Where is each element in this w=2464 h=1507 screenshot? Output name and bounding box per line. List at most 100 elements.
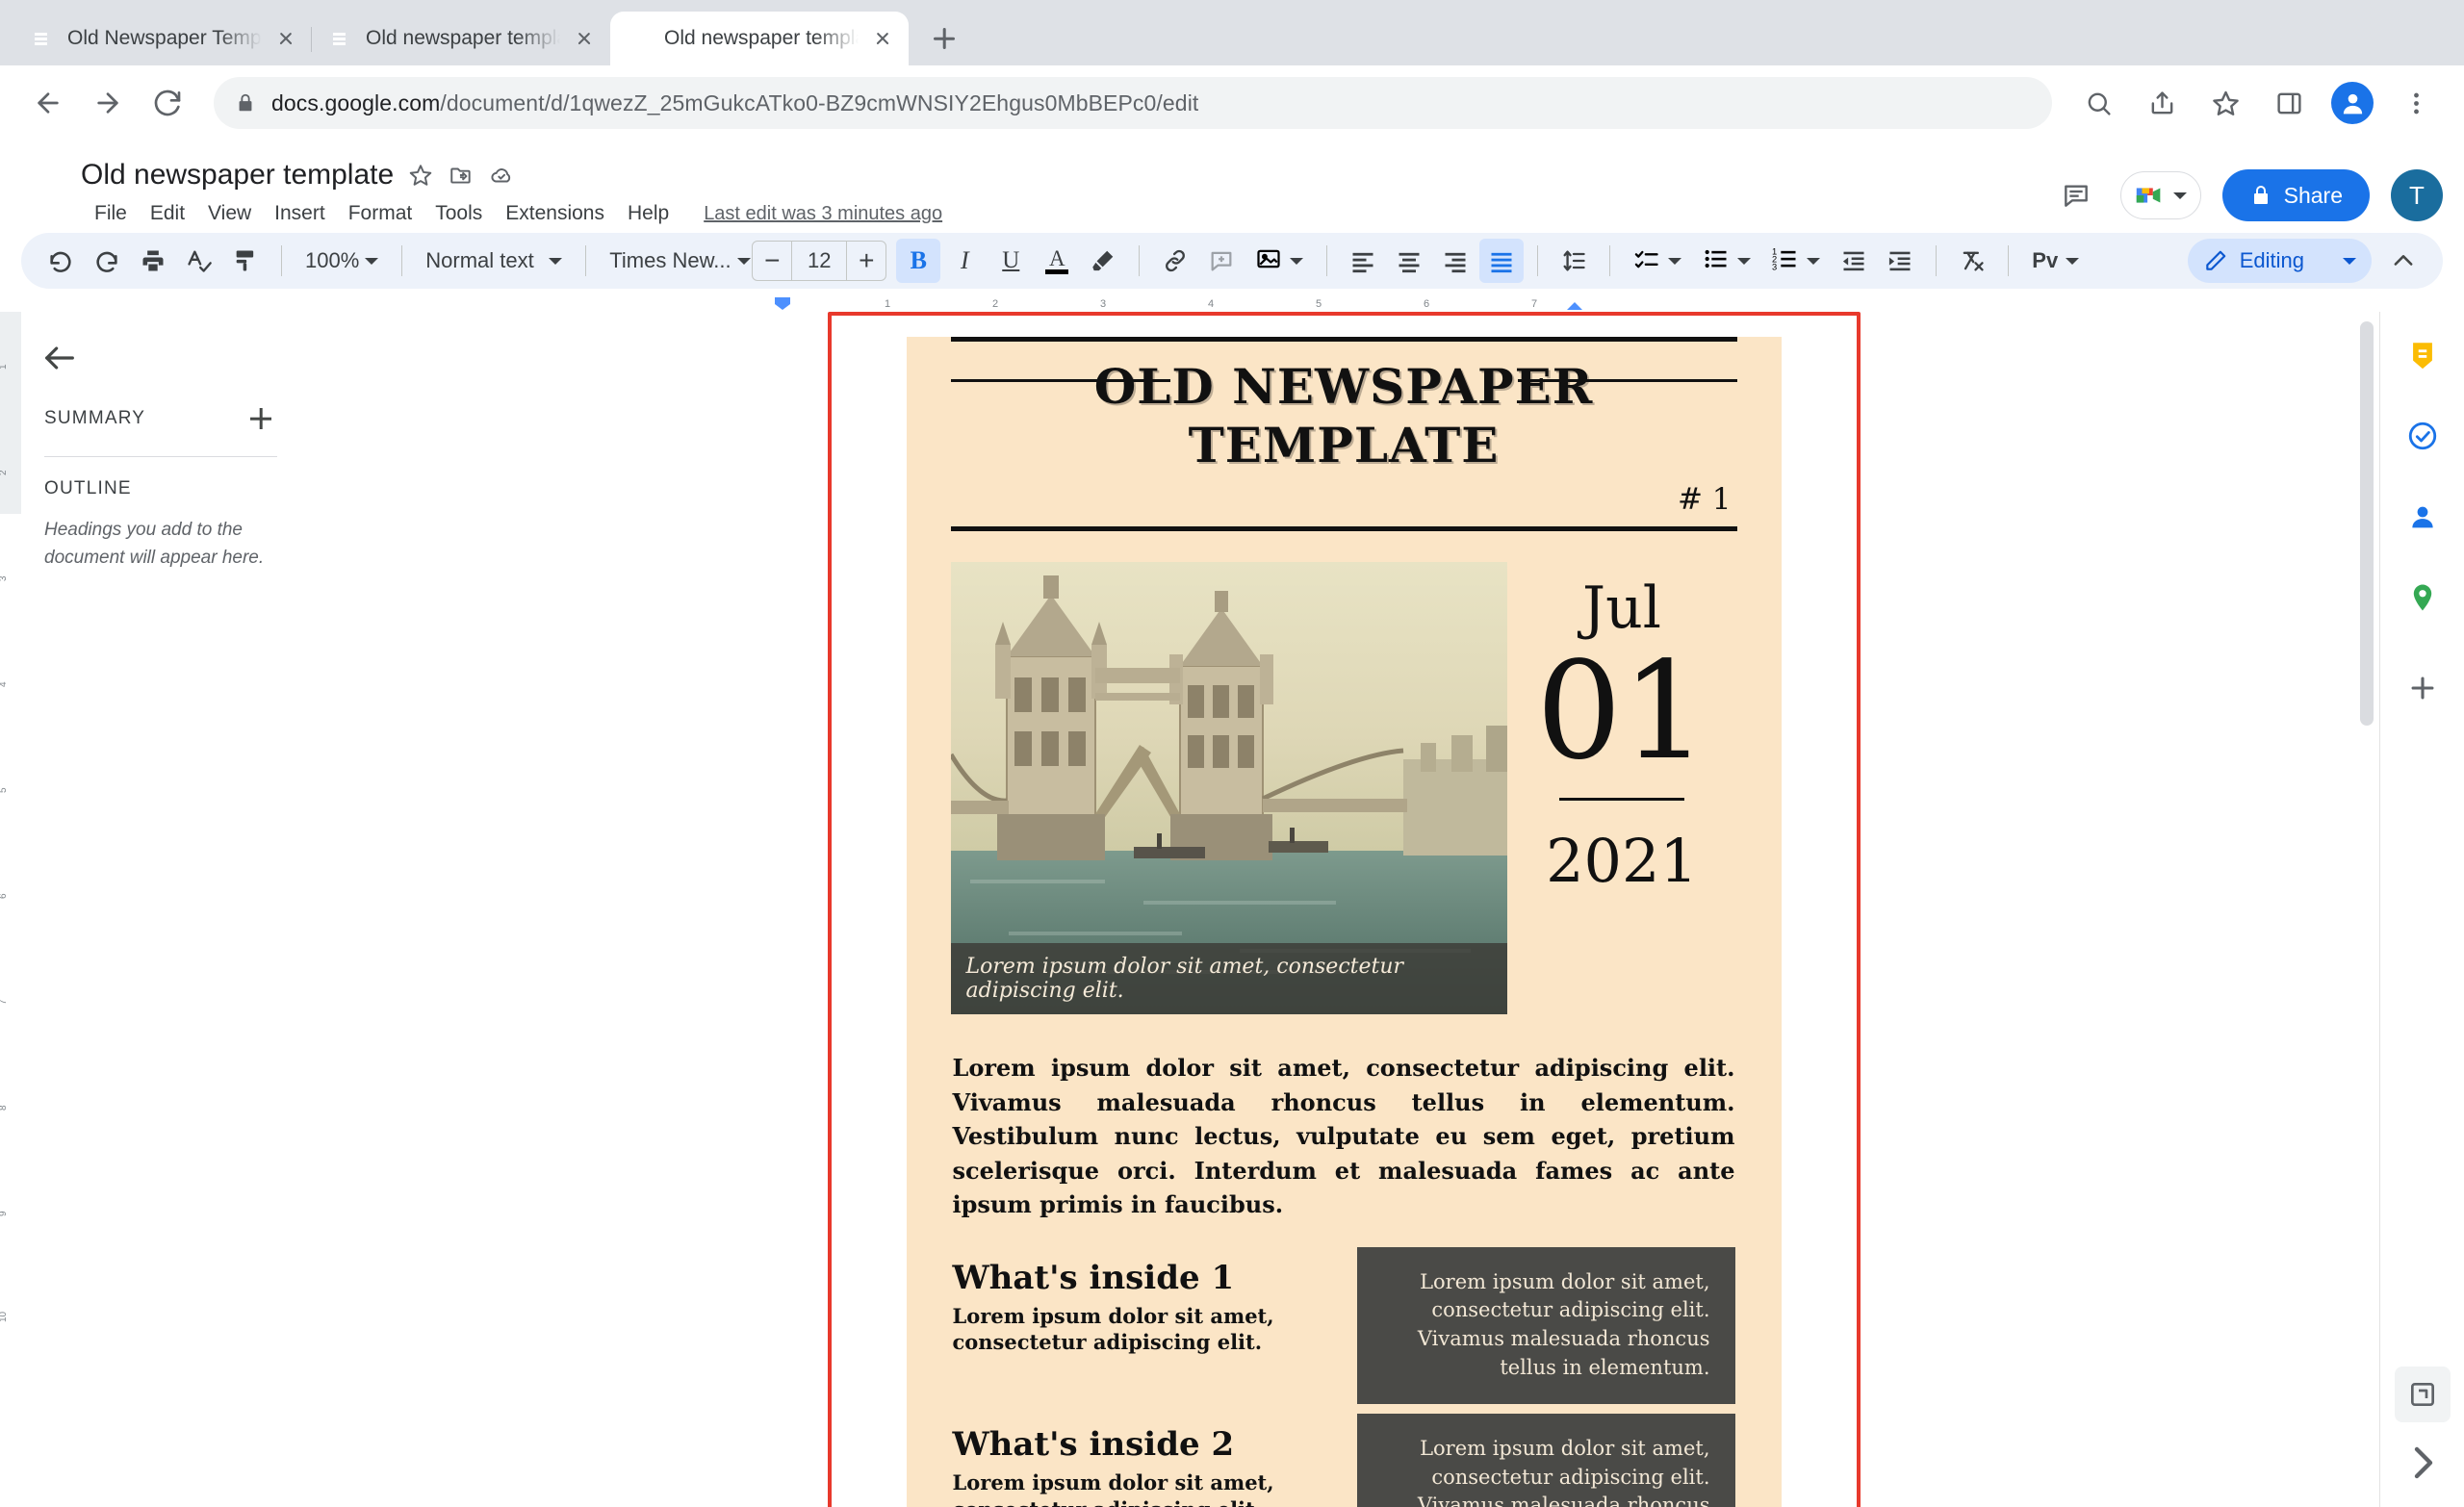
- browser-tab-1[interactable]: Old Newspaper Template – Fre: [13, 12, 312, 65]
- maps-icon[interactable]: [2397, 572, 2449, 624]
- google-meet-button[interactable]: [2119, 171, 2201, 219]
- collapse-toolbar-icon[interactable]: [2381, 239, 2426, 283]
- text-color-swatch: [1045, 268, 1069, 274]
- line-spacing-icon[interactable]: [1552, 239, 1596, 283]
- menu-edit[interactable]: Edit: [139, 197, 196, 230]
- whats-inside-card[interactable]: Lorem ipsum dolor sit amet, consectetur …: [1356, 1246, 1735, 1404]
- align-justify-icon[interactable]: [1479, 239, 1525, 283]
- document-page[interactable]: OLD NEWSPAPER TEMPLATE # 1 Lorem ipsum d…: [827, 312, 1861, 1507]
- toolbar-divider: [1139, 245, 1141, 276]
- bookmark-star-icon[interactable]: [2198, 76, 2252, 130]
- menu-tools[interactable]: Tools: [424, 197, 494, 230]
- comment-history-icon[interactable]: [2053, 172, 2099, 218]
- toolbar-divider: [2008, 245, 2010, 276]
- paint-format-icon[interactable]: [223, 239, 268, 283]
- more-options-button[interactable]: Pv: [2022, 239, 2089, 283]
- browser-tab-3[interactable]: Old newspaper template - Goo: [610, 12, 909, 65]
- whats-inside-heading[interactable]: What's inside 1: [953, 1259, 1334, 1297]
- checklist-button[interactable]: [1624, 239, 1691, 283]
- zoom-selector[interactable]: 100%: [295, 239, 388, 283]
- font-size-input[interactable]: 12: [791, 242, 848, 280]
- redo-icon[interactable]: [85, 239, 129, 283]
- menu-file[interactable]: File: [83, 197, 139, 230]
- lead-paragraph[interactable]: Lorem ipsum dolor sit amet, consectetur …: [951, 1014, 1737, 1222]
- browser-tab-2[interactable]: Old newspaper template #1 - G: [312, 12, 610, 65]
- whats-inside-subtext[interactable]: Lorem ipsum dolor sit amet, consectetur …: [953, 1297, 1334, 1356]
- add-summary-icon[interactable]: [244, 402, 277, 435]
- menu-view[interactable]: View: [196, 197, 263, 230]
- profile-avatar[interactable]: [2325, 76, 2379, 130]
- expand-panel-icon[interactable]: [2400, 1440, 2446, 1486]
- back-arrow-icon[interactable]: [21, 76, 75, 130]
- add-comment-icon[interactable]: [1199, 239, 1244, 283]
- svg-text:1: 1: [0, 364, 9, 370]
- increase-indent-icon[interactable]: [1878, 239, 1922, 283]
- paragraph-style-selector[interactable]: Normal text: [416, 239, 572, 283]
- whats-inside-heading[interactable]: What's inside 2: [953, 1425, 1334, 1464]
- text-color-button[interactable]: A: [1035, 239, 1079, 283]
- align-center-icon[interactable]: [1387, 239, 1431, 283]
- menu-help[interactable]: Help: [616, 197, 680, 230]
- address-bar[interactable]: docs.google.com/document/d/1qwezZ_25mGuk…: [214, 77, 2052, 129]
- align-left-icon[interactable]: [1341, 239, 1385, 283]
- menu-insert[interactable]: Insert: [263, 197, 337, 230]
- bold-button[interactable]: B: [896, 239, 941, 283]
- link-icon[interactable]: [1153, 239, 1197, 283]
- whats-inside-row: What's inside 2 Lorem ipsum dolor sit am…: [953, 1413, 1735, 1507]
- undo-icon[interactable]: [38, 239, 83, 283]
- document-title[interactable]: Old newspaper template: [81, 159, 394, 192]
- kebab-menu-icon[interactable]: [2389, 76, 2443, 130]
- scrollbar-thumb[interactable]: [2360, 321, 2374, 726]
- share-button[interactable]: Share: [2221, 169, 2370, 221]
- sidepanel-icon[interactable]: [2262, 76, 2316, 130]
- docs-title-area: Old newspaper template File Edit View In…: [81, 154, 2053, 231]
- share-icon[interactable]: [2135, 76, 2189, 130]
- tasks-icon[interactable]: [2397, 410, 2449, 462]
- new-tab-button[interactable]: [922, 16, 966, 61]
- svg-text:4: 4: [0, 681, 9, 687]
- numbered-list-button[interactable]: 123: [1762, 239, 1830, 283]
- search-icon[interactable]: [2071, 76, 2125, 130]
- decrease-indent-icon[interactable]: [1832, 239, 1876, 283]
- close-icon[interactable]: [870, 26, 895, 51]
- forward-arrow-icon[interactable]: [81, 76, 135, 130]
- move-to-folder-icon[interactable]: [448, 162, 475, 189]
- italic-button[interactable]: I: [942, 239, 987, 283]
- menu-extensions[interactable]: Extensions: [494, 197, 616, 230]
- last-edit-status[interactable]: Last edit was 3 minutes ago: [704, 203, 942, 225]
- spellcheck-icon[interactable]: [177, 239, 221, 283]
- editing-mode-button[interactable]: Editing: [2187, 239, 2372, 283]
- whats-inside-subtext[interactable]: Lorem ipsum dolor sit amet, consectetur …: [953, 1464, 1334, 1507]
- font-size-stepper[interactable]: − 12 +: [752, 241, 887, 281]
- docs-menu-bar: File Edit View Insert Format Tools Exten…: [83, 196, 2053, 231]
- back-arrow-icon[interactable]: [40, 339, 81, 379]
- bulleted-list-button[interactable]: [1693, 239, 1760, 283]
- explore-icon[interactable]: [2394, 1367, 2451, 1422]
- document-scrollbar[interactable]: [2360, 321, 2374, 1497]
- account-avatar[interactable]: T: [2391, 169, 2443, 221]
- vertical-ruler[interactable]: 1 2 3 4 5 6 7 8 9 10: [0, 312, 21, 1507]
- insert-image-button[interactable]: [1245, 239, 1313, 283]
- reload-icon[interactable]: [141, 76, 194, 130]
- whats-inside-card[interactable]: Lorem ipsum dolor sit amet, consectetur …: [1356, 1413, 1735, 1507]
- increase-font-size-button[interactable]: +: [847, 242, 886, 280]
- close-icon[interactable]: [572, 26, 597, 51]
- menu-format[interactable]: Format: [337, 197, 424, 230]
- clear-formatting-icon[interactable]: [1950, 239, 1994, 283]
- close-icon[interactable]: [273, 26, 298, 51]
- keep-notes-icon[interactable]: [2397, 329, 2449, 381]
- print-icon[interactable]: [131, 239, 175, 283]
- docs-logo-icon[interactable]: [23, 166, 67, 223]
- contacts-icon[interactable]: [2397, 491, 2449, 543]
- add-addon-icon[interactable]: [2397, 662, 2449, 714]
- horizontal-ruler[interactable]: 1 2 3 4 5 6 7: [0, 296, 2464, 312]
- document-canvas[interactable]: OLD NEWSPAPER TEMPLATE # 1 Lorem ipsum d…: [308, 312, 2379, 1507]
- font-selector[interactable]: Times New...: [600, 239, 751, 283]
- cloud-saved-icon[interactable]: [488, 162, 515, 189]
- tower-bridge-photo[interactable]: Lorem ipsum dolor sit amet, consectetur …: [950, 562, 1507, 1014]
- align-right-icon[interactable]: [1433, 239, 1477, 283]
- star-icon[interactable]: [407, 162, 434, 189]
- decrease-font-size-button[interactable]: −: [753, 242, 791, 280]
- highlight-icon[interactable]: [1081, 239, 1125, 283]
- underline-button[interactable]: U: [988, 239, 1033, 283]
